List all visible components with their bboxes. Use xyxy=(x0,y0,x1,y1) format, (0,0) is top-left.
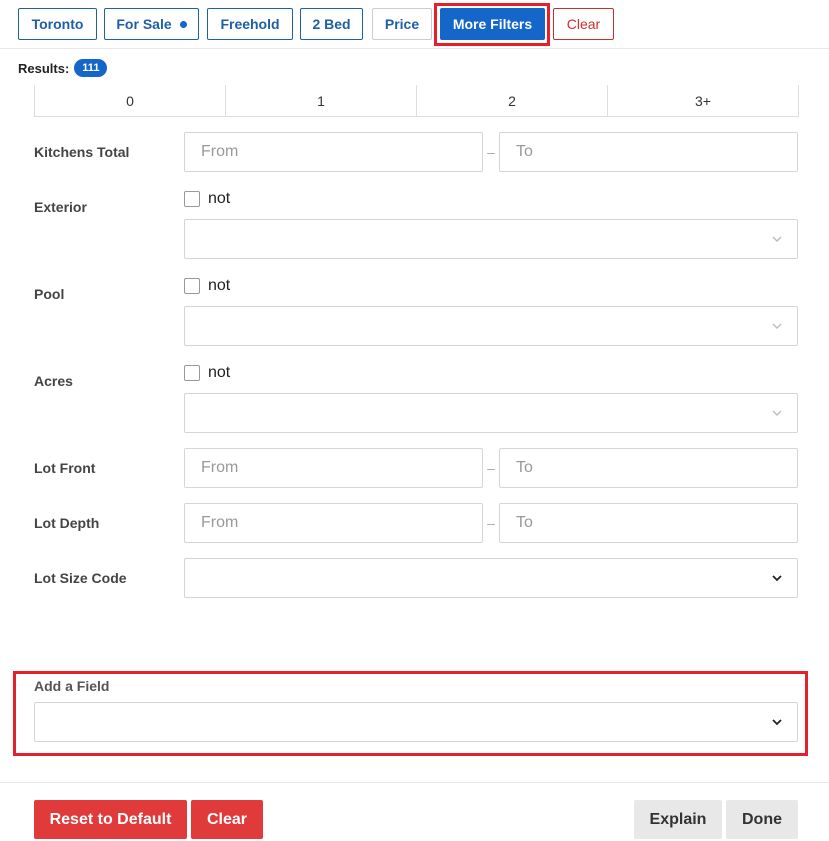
checkbox-icon[interactable] xyxy=(184,365,200,381)
range-separator: – xyxy=(487,515,495,531)
segment-option-1[interactable]: 1 xyxy=(225,85,416,116)
chevron-down-icon xyxy=(772,719,782,726)
chip-label: Toronto xyxy=(31,16,84,32)
pool-not-checkbox[interactable]: not xyxy=(184,277,230,295)
results-summary: Results: 111 xyxy=(18,59,108,77)
explain-button[interactable]: Explain xyxy=(634,800,722,839)
segment-option-2[interactable]: 2 xyxy=(416,85,607,116)
chevron-down-icon xyxy=(772,323,782,329)
segment-option-0[interactable]: 0 xyxy=(35,85,225,116)
kitchens-total-to-input[interactable]: To xyxy=(499,132,798,172)
chip-label: Price xyxy=(384,16,420,32)
chevron-down-icon xyxy=(772,410,782,416)
pool-select[interactable] xyxy=(184,306,798,346)
lot-depth-from-input[interactable]: From xyxy=(184,503,483,543)
button-label: Reset to Default xyxy=(49,810,172,828)
placeholder: From xyxy=(201,459,239,476)
kitchens-total-label: Kitchens Total xyxy=(34,144,130,160)
freehold-chip[interactable]: Freehold xyxy=(207,8,293,40)
add-field-label: Add a Field xyxy=(34,678,110,694)
checkbox-icon[interactable] xyxy=(184,191,200,207)
active-dot-icon xyxy=(179,20,187,28)
not-label: not xyxy=(208,190,231,207)
placeholder: To xyxy=(516,514,533,531)
chip-label: 2 Bed xyxy=(312,16,351,32)
more-filters-button[interactable]: More Filters xyxy=(440,8,545,40)
reset-to-default-button[interactable]: Reset to Default xyxy=(34,800,187,839)
lot-depth-label: Lot Depth xyxy=(34,515,100,531)
button-label: Explain xyxy=(649,810,707,828)
exterior-label: Exterior xyxy=(34,199,87,215)
button-label: Done xyxy=(742,810,782,828)
acres-label: Acres xyxy=(34,373,73,389)
segment-option-3plus[interactable]: 3+ xyxy=(607,85,798,116)
lot-front-from-input[interactable]: From xyxy=(184,448,483,488)
chevron-down-icon xyxy=(772,575,782,582)
chip-label: For Sale xyxy=(116,16,172,32)
lot-size-code-label: Lot Size Code xyxy=(34,570,127,586)
lot-size-code-select[interactable] xyxy=(184,558,798,598)
placeholder: From xyxy=(201,514,239,531)
chip-label: Freehold xyxy=(220,16,280,32)
lot-front-label: Lot Front xyxy=(34,460,96,476)
acres-not-checkbox[interactable]: not xyxy=(184,364,230,382)
range-separator: – xyxy=(487,144,495,160)
footer-bar: Reset to Default Clear Explain Done xyxy=(0,782,829,841)
chip-label: More Filters xyxy=(452,16,533,32)
filter-bar: Toronto For Sale Freehold 2 Bed Price Mo… xyxy=(0,0,829,49)
count-segment-control: 0 1 2 3+ xyxy=(34,85,799,117)
pool-label: Pool xyxy=(34,286,65,302)
checkbox-icon[interactable] xyxy=(184,278,200,294)
chip-label: Clear xyxy=(566,16,601,32)
placeholder: To xyxy=(516,143,533,160)
footer-clear-button[interactable]: Clear xyxy=(191,800,263,839)
done-button[interactable]: Done xyxy=(726,800,798,839)
for-sale-chip[interactable]: For Sale xyxy=(104,8,199,40)
placeholder: From xyxy=(201,143,239,160)
range-separator: – xyxy=(487,460,495,476)
kitchens-total-from-input[interactable]: From xyxy=(184,132,483,172)
lot-front-to-input[interactable]: To xyxy=(499,448,798,488)
add-field-select[interactable] xyxy=(34,702,798,742)
results-label: Results: xyxy=(18,60,70,76)
not-label: not xyxy=(208,277,231,294)
toronto-chip[interactable]: Toronto xyxy=(18,8,97,40)
exterior-select[interactable] xyxy=(184,219,798,259)
price-chip[interactable]: Price xyxy=(372,8,432,40)
lot-depth-to-input[interactable]: To xyxy=(499,503,798,543)
exterior-not-checkbox[interactable]: not xyxy=(184,190,230,208)
results-count-badge: 111 xyxy=(74,59,108,77)
not-label: not xyxy=(208,364,231,381)
bed-chip[interactable]: 2 Bed xyxy=(300,8,363,40)
clear-chip[interactable]: Clear xyxy=(553,8,614,40)
chevron-down-icon xyxy=(772,236,782,242)
placeholder: To xyxy=(516,459,533,476)
button-label: Clear xyxy=(206,810,248,828)
acres-select[interactable] xyxy=(184,393,798,433)
